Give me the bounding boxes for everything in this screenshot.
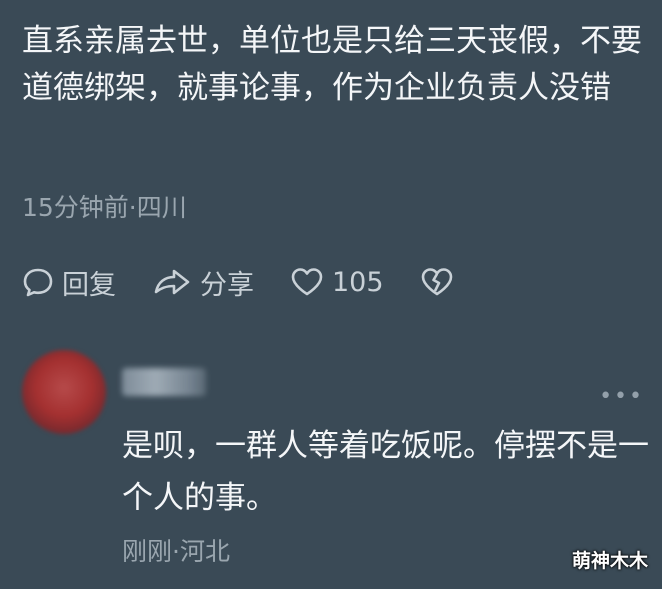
comment-text: 直系亲属去世，单位也是只给三天丧假，不要道德绑架，就事论事，作为企业负责人没错 xyxy=(22,23,642,106)
broken-heart-icon xyxy=(421,268,452,296)
share-label: 分享 xyxy=(200,269,254,301)
share-arrow-icon xyxy=(154,269,190,295)
like-count: 105 xyxy=(332,266,384,298)
reply-label: 回复 xyxy=(62,269,116,301)
dislike-button[interactable] xyxy=(420,266,462,298)
reply-meta: 刚刚·河北 xyxy=(122,537,230,566)
like-button[interactable]: 105 xyxy=(290,266,384,298)
reply-button[interactable]: 回复 xyxy=(22,263,116,302)
watermark: 萌神木木 xyxy=(571,550,648,572)
username-blurred[interactable] xyxy=(122,368,206,396)
comment-bubble-icon xyxy=(23,268,53,297)
share-button[interactable]: 分享 xyxy=(152,263,254,302)
comment-actions: 回复 分享 105 xyxy=(22,262,498,302)
more-dots-icon[interactable]: ••• xyxy=(599,384,644,409)
reply-text: 是呗，一群人等着吃饭呢。停摆不是一个人的事。 xyxy=(122,428,649,516)
comment-meta: 15分钟前·四川 xyxy=(22,193,187,222)
avatar[interactable] xyxy=(22,350,106,434)
heart-icon xyxy=(291,268,323,296)
